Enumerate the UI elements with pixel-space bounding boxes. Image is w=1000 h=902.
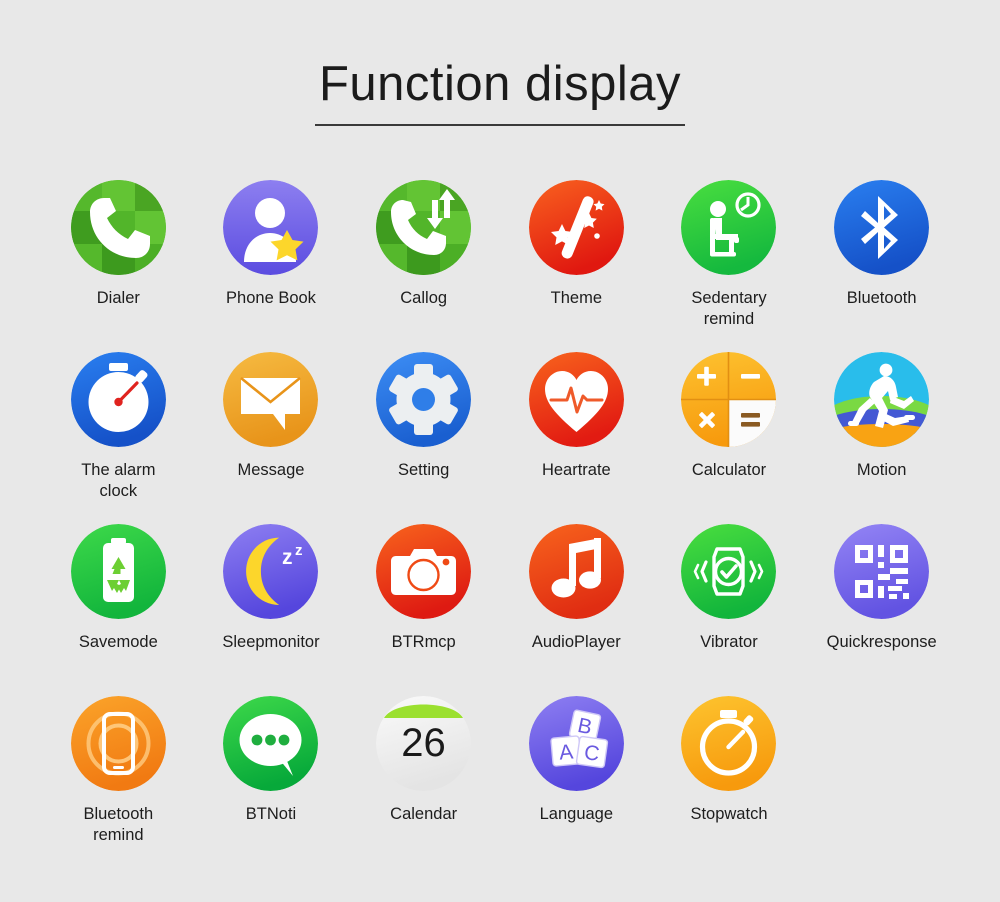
chat-bubble-dots-icon[interactable] bbox=[223, 696, 319, 791]
app-tile-heartrate[interactable]: Heartrate bbox=[500, 352, 653, 524]
app-tile-phone-book[interactable]: Phone Book bbox=[195, 180, 348, 352]
phone-handset-icon[interactable] bbox=[70, 180, 166, 275]
app-tile-calculator[interactable]: Calculator bbox=[653, 352, 806, 524]
app-label: BTRmcp bbox=[391, 633, 456, 651]
svg-text:z: z bbox=[295, 542, 303, 559]
calculator-icon[interactable] bbox=[681, 352, 777, 447]
page-title: Function display bbox=[314, 57, 686, 126]
phone-ring-icon[interactable] bbox=[70, 696, 166, 791]
app-label: Setting bbox=[397, 461, 450, 479]
app-label: Stopwatch bbox=[690, 805, 768, 823]
app-label: The alarm clock bbox=[81, 461, 156, 501]
app-label: BTNoti bbox=[245, 805, 297, 823]
app-tile-stopwatch[interactable]: Stopwatch bbox=[653, 696, 806, 868]
app-tile-btrmcp[interactable]: BTRmcp bbox=[347, 524, 500, 696]
app-tile-callog[interactable]: Callog bbox=[347, 180, 500, 352]
vibrating-watch-icon[interactable] bbox=[681, 524, 777, 619]
app-label: Sedentary remind bbox=[691, 289, 767, 329]
call-log-arrows-icon[interactable] bbox=[376, 180, 472, 275]
music-note-icon[interactable] bbox=[528, 524, 624, 619]
abc-blocks-icon[interactable]: B A C bbox=[528, 696, 624, 791]
app-label: Calendar bbox=[390, 805, 458, 823]
app-tile-dialer[interactable]: Dialer bbox=[42, 180, 195, 352]
app-label: Bluetooth remind bbox=[83, 805, 154, 845]
app-label: Dialer bbox=[96, 289, 140, 307]
app-tile-sedentary-remind[interactable]: Sedentary remind bbox=[653, 180, 806, 352]
app-label: Sleepmonitor bbox=[222, 633, 320, 651]
app-tile-alarm-clock[interactable]: The alarm clock bbox=[42, 352, 195, 524]
camera-icon[interactable] bbox=[376, 524, 472, 619]
stopwatch-icon[interactable] bbox=[681, 696, 777, 791]
calendar-day-number: 26 bbox=[401, 721, 446, 765]
qr-code-icon[interactable] bbox=[834, 524, 930, 619]
sedentary-person-icon[interactable] bbox=[681, 180, 777, 275]
contact-star-icon[interactable] bbox=[223, 180, 319, 275]
app-tile-savemode[interactable]: Savemode bbox=[42, 524, 195, 696]
svg-text:A: A bbox=[558, 740, 574, 764]
app-label: Calculator bbox=[691, 461, 767, 479]
app-label: Heartrate bbox=[541, 461, 611, 479]
app-label: Phone Book bbox=[226, 289, 316, 307]
app-label: Quickresponse bbox=[826, 633, 937, 651]
function-display-page: Function display Dialer Phone Book Callo… bbox=[0, 0, 1000, 902]
app-tile-calendar[interactable]: 26 Calendar bbox=[347, 696, 500, 868]
magic-wand-icon[interactable] bbox=[528, 180, 624, 275]
battery-recycle-icon[interactable] bbox=[70, 524, 166, 619]
app-tile-sleepmonitor[interactable]: z z Sleepmonitor bbox=[195, 524, 348, 696]
app-tile-theme[interactable]: Theme bbox=[500, 180, 653, 352]
app-label: Message bbox=[237, 461, 305, 479]
svg-text:C: C bbox=[583, 741, 601, 766]
app-tile-quickresponse[interactable]: Quickresponse bbox=[805, 524, 958, 696]
calendar-26-icon[interactable]: 26 bbox=[376, 696, 472, 791]
moon-zz-icon[interactable]: z z bbox=[223, 524, 319, 619]
app-tile-bluetooth-remind[interactable]: Bluetooth remind bbox=[42, 696, 195, 868]
app-tile-setting[interactable]: Setting bbox=[347, 352, 500, 524]
app-label: Language bbox=[539, 805, 614, 823]
heart-pulse-icon[interactable] bbox=[528, 352, 624, 447]
alarm-stopwatch-icon[interactable] bbox=[70, 352, 166, 447]
page-title-wrap: Function display bbox=[0, 57, 1000, 126]
icon-grid: Dialer Phone Book Callog Theme Sedentary… bbox=[42, 180, 958, 868]
app-tile-language[interactable]: B A C Language bbox=[500, 696, 653, 868]
app-label: Callog bbox=[400, 289, 448, 307]
app-label: Theme bbox=[550, 289, 602, 307]
app-tile-vibrator[interactable]: Vibrator bbox=[653, 524, 806, 696]
envelope-bubble-icon[interactable] bbox=[223, 352, 319, 447]
app-label: Savemode bbox=[78, 633, 158, 651]
svg-text:z: z bbox=[282, 546, 293, 569]
app-tile-btnoti[interactable]: BTNoti bbox=[195, 696, 348, 868]
app-tile-motion[interactable]: Motion bbox=[805, 352, 958, 524]
app-tile-message[interactable]: Message bbox=[195, 352, 348, 524]
app-tile-audioplayer[interactable]: AudioPlayer bbox=[500, 524, 653, 696]
running-person-icon[interactable] bbox=[834, 352, 930, 447]
app-label: AudioPlayer bbox=[531, 633, 621, 651]
app-label: Vibrator bbox=[700, 633, 758, 651]
app-label: Bluetooth bbox=[846, 289, 917, 307]
gear-icon[interactable] bbox=[376, 352, 472, 447]
app-label: Motion bbox=[856, 461, 907, 479]
app-tile-bluetooth[interactable]: Bluetooth bbox=[805, 180, 958, 352]
bluetooth-icon[interactable] bbox=[834, 180, 930, 275]
